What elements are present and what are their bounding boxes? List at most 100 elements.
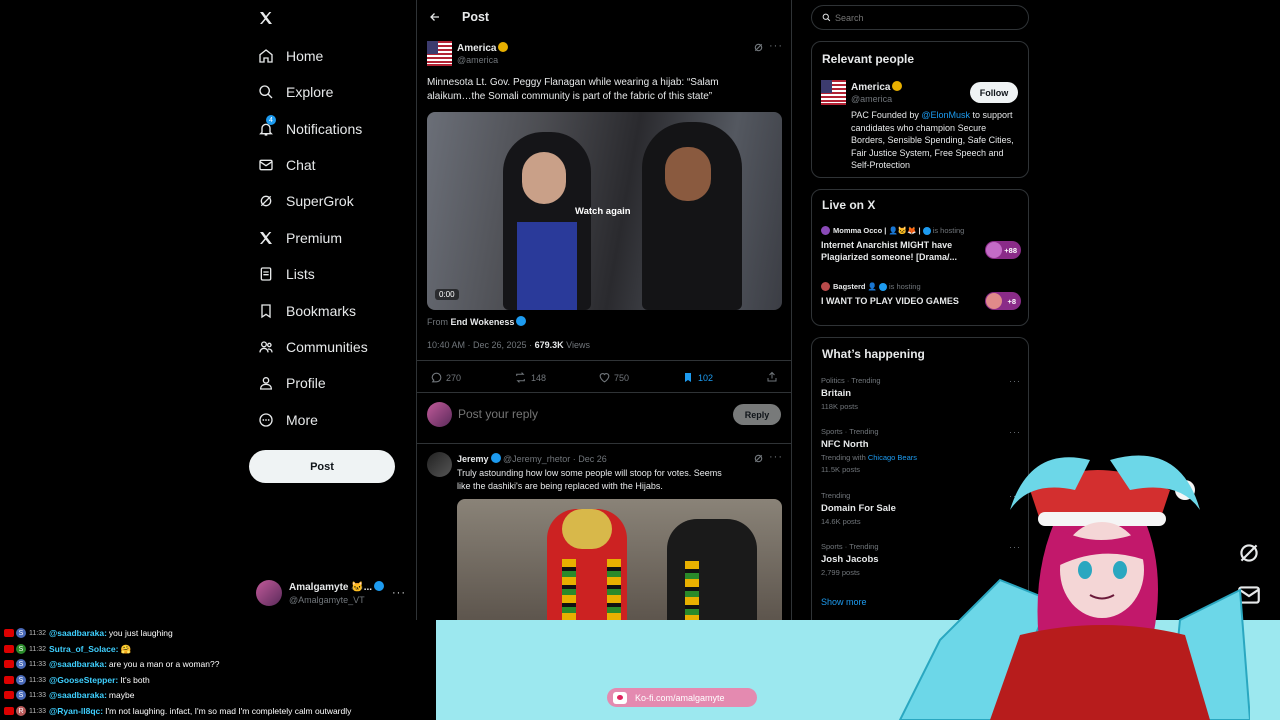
live-item[interactable]: Bagsterd 👤 is hosting I WANT TO PLAY VID… xyxy=(821,282,1021,310)
bookmark-action[interactable]: 102 xyxy=(682,371,713,384)
stream-chat: S 11:32 @saadbaraka: you just laughing S 11:… xyxy=(0,620,436,720)
reply-button[interactable]: Reply xyxy=(733,404,781,425)
post-button[interactable]: Post xyxy=(249,450,395,483)
like-action[interactable]: 750 xyxy=(598,371,629,384)
relevant-name[interactable]: America xyxy=(851,81,903,93)
search-icon xyxy=(256,82,276,102)
nav-item-explore[interactable]: Explore xyxy=(256,77,333,107)
verified-gold-icon xyxy=(498,42,509,52)
nav-item-premium[interactable]: Premium xyxy=(256,223,342,253)
account-switcher[interactable]: Amalgamyte 🐱... @Amalgamyte_VT ··· xyxy=(256,578,406,608)
left-sidebar: Home Explore 4 Notifications Chat SuperG… xyxy=(0,0,416,620)
more-options-icon[interactable]: ··· xyxy=(392,587,406,599)
search-icon xyxy=(822,13,831,22)
more-options-icon[interactable]: ··· xyxy=(769,451,783,463)
more-options-icon[interactable]: ··· xyxy=(1009,427,1021,437)
relevant-bio: PAC Founded by @ElonMusk to support cand… xyxy=(851,110,1014,170)
nav-label: Home xyxy=(286,48,324,64)
post-video[interactable]: Watch again 0:00 xyxy=(427,112,782,310)
follow-button[interactable]: Follow xyxy=(970,82,1018,103)
nav-label: SuperGrok xyxy=(286,193,354,209)
search-input[interactable] xyxy=(835,12,1015,23)
nav-item-notifications[interactable]: 4 Notifications xyxy=(256,114,362,144)
verified-icon xyxy=(922,226,931,235)
nav-label: Chat xyxy=(286,157,316,173)
reply-text: Truly astounding how low some people wil… xyxy=(457,468,722,491)
avatar xyxy=(256,580,282,606)
person-icon xyxy=(256,373,276,393)
main-column: Post America @america ··· Minnesota Lt. … xyxy=(416,0,792,620)
reply-input[interactable] xyxy=(458,406,718,422)
page-title: Post xyxy=(462,10,490,24)
reply-icon xyxy=(430,371,443,384)
nav-item-home[interactable]: Home xyxy=(256,41,323,71)
grok-icon xyxy=(256,191,276,211)
grok-icon[interactable] xyxy=(753,453,764,464)
search-bar[interactable] xyxy=(811,5,1029,30)
author-avatar[interactable] xyxy=(427,41,452,66)
reply-image[interactable] xyxy=(457,499,782,620)
reply-author-avatar[interactable] xyxy=(427,452,452,477)
nav-item-communities[interactable]: Communities xyxy=(256,332,368,362)
list-icon xyxy=(256,264,276,284)
relevant-handle[interactable]: @america xyxy=(851,94,892,104)
nav-label: Bookmarks xyxy=(286,303,357,319)
repost-action[interactable]: 148 xyxy=(514,371,546,384)
author-name[interactable]: America xyxy=(457,42,509,54)
more-circle-icon xyxy=(256,410,276,430)
nav-item-supergrok[interactable]: SuperGrok xyxy=(256,186,354,216)
nav-item-lists[interactable]: Lists xyxy=(256,259,315,289)
verified-icon xyxy=(490,453,501,463)
reply-image-figure xyxy=(667,519,757,620)
trend-item[interactable]: Politics · Trending Britain 118K posts ·… xyxy=(821,376,1021,411)
reply-author[interactable]: Jeremy @Jeremy_rhetor · Dec 26 xyxy=(457,453,607,464)
share-icon[interactable] xyxy=(766,371,778,383)
bell-icon: 4 xyxy=(256,115,276,139)
live-item[interactable]: Momma Occo | 👤🐱🦊 | is hosting Internet A… xyxy=(821,226,1021,263)
nav-item-bookmarks[interactable]: Bookmarks xyxy=(256,296,356,326)
from-source-link[interactable]: End Wokeness xyxy=(451,317,515,327)
more-options-icon[interactable]: ··· xyxy=(1009,376,1021,386)
live-listener-count: +88 xyxy=(985,241,1021,259)
host-avatar xyxy=(821,226,830,235)
author-handle[interactable]: @america xyxy=(457,55,498,65)
relevant-avatar[interactable] xyxy=(821,80,846,105)
grok-icon[interactable] xyxy=(753,42,764,53)
kofi-badge[interactable]: Ko-fi.com/amalgamyte xyxy=(607,688,757,707)
nav-label: Lists xyxy=(286,266,315,282)
host-avatar xyxy=(821,282,830,291)
mail-icon xyxy=(256,155,276,175)
back-arrow-icon[interactable] xyxy=(429,11,441,23)
nav-item-profile[interactable]: Profile xyxy=(256,368,326,398)
reply-image-kente xyxy=(607,559,621,620)
card-title: Relevant people xyxy=(822,52,915,66)
live-on-x-card: Live on X Momma Occo | 👤🐱🦊 | is hosting … xyxy=(811,189,1029,326)
repost-icon xyxy=(514,371,527,384)
watch-again-overlay[interactable]: Watch again xyxy=(575,206,631,217)
video-face-right xyxy=(665,147,711,201)
nav-item-chat[interactable]: Chat xyxy=(256,150,316,180)
more-options-icon[interactable]: ··· xyxy=(769,40,783,52)
reply-action[interactable]: 270 xyxy=(430,371,461,384)
divider xyxy=(417,443,791,444)
nav-label: Profile xyxy=(286,375,326,391)
reply-image-kente xyxy=(562,559,576,620)
account-handle: @Amalgamyte_VT xyxy=(289,594,365,605)
bio-mention-link[interactable]: @ElonMusk xyxy=(921,110,970,120)
live-title: Internet Anarchist MIGHT have Plagiarize… xyxy=(821,240,958,262)
bookmark-filled-icon xyxy=(682,371,694,384)
x-logo-icon[interactable] xyxy=(258,10,274,26)
chat-message: S 11:33 @saadbaraka: maybe xyxy=(4,688,134,702)
video-face-left xyxy=(522,152,566,204)
show-more-link[interactable]: Show more xyxy=(821,597,867,607)
divider xyxy=(417,360,791,361)
chat-message: R 11:33 @Ryan-lI8qc: I'm not laughing. infa… xyxy=(4,704,351,718)
reply-image-kente xyxy=(685,561,699,620)
nav-label: More xyxy=(286,412,318,428)
notification-badge: 4 xyxy=(266,115,276,125)
relevant-people-card: Relevant people America @america Follow … xyxy=(811,41,1029,178)
listener-avatar xyxy=(986,242,1002,258)
post-meta: 10:40 AM · Dec 26, 2025 · 679.3K Views xyxy=(427,340,590,350)
nav-item-more[interactable]: More xyxy=(256,405,318,435)
verified-icon xyxy=(516,316,527,326)
